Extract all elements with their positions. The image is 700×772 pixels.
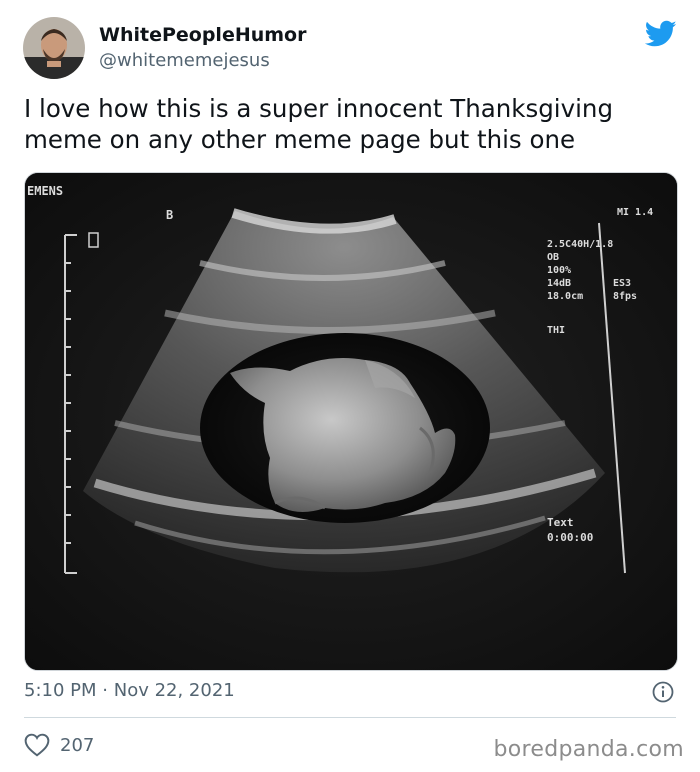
setting-2: 100% <box>547 265 571 276</box>
setting-3: 14dB <box>547 278 571 289</box>
setting-0: 2.5C40H/1.8 <box>547 239 613 250</box>
info-icon[interactable] <box>652 681 674 703</box>
setting-4: 18.0cm <box>547 291 583 302</box>
mi-label: MI 1.4 <box>617 207 653 218</box>
tweet-timestamp: 5:10 PM · Nov 22, 2021 <box>24 680 235 702</box>
twitter-bird-icon[interactable] <box>644 20 677 48</box>
scanner-brand: EMENS <box>27 184 63 198</box>
watermark: boredpanda.com <box>493 737 684 762</box>
tweet-media-ultrasound[interactable]: EMENS B MI 1.4 2.5C40H/1.8 OB 100% 14dB … <box>24 172 678 671</box>
meta-separator: · <box>102 680 108 701</box>
divider <box>24 717 676 718</box>
setting-1: OB <box>547 252 559 263</box>
tweet-card: WhitePeopleHumor @whitememejesus I love … <box>0 0 700 772</box>
tweet-date[interactable]: Nov 22, 2021 <box>114 680 235 701</box>
timer: 0:00:00 <box>547 531 593 544</box>
author-display-name[interactable]: WhitePeopleHumor <box>99 24 306 46</box>
probe-mark: B <box>166 208 173 222</box>
avatar[interactable] <box>23 17 85 79</box>
author-info: WhitePeopleHumor @whitememejesus <box>99 24 306 72</box>
author-handle[interactable]: @whitememejesus <box>99 50 306 72</box>
setting-right-1: 8fps <box>613 291 637 302</box>
setting-right-0: ES3 <box>613 278 631 289</box>
like-count: 207 <box>60 734 95 756</box>
tweet-time[interactable]: 5:10 PM <box>24 680 97 701</box>
setting-5: THI <box>547 325 565 336</box>
text-label: Text <box>547 516 574 529</box>
tweet-text: I love how this is a super innocent Than… <box>24 94 613 154</box>
like-button[interactable]: 207 <box>24 733 94 757</box>
heart-icon <box>24 733 50 757</box>
